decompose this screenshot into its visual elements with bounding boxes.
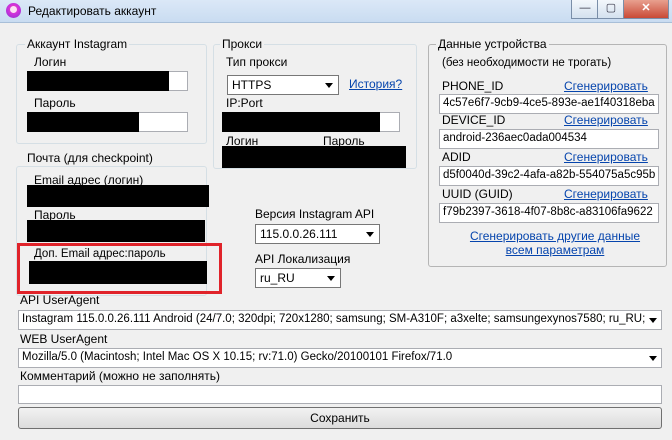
proxy-type-label: Тип прокси — [226, 55, 288, 69]
api-locale-value: ru_RU — [260, 271, 295, 285]
generate-all-link[interactable]: Сгенерировать другие данные всем парамет… — [465, 229, 645, 257]
save-button[interactable]: Сохранить — [18, 407, 662, 429]
device-note: (без необходимости не трогать) — [442, 57, 612, 69]
api-version-value: 115.0.0.26.111 — [260, 227, 338, 241]
instagram-group-title: Аккаунт Instagram — [25, 37, 130, 51]
chevron-down-icon — [322, 78, 336, 92]
api-version-select[interactable]: 115.0.0.26.111 — [255, 224, 380, 244]
generate-phone-id-link[interactable]: Сгенерировать — [564, 79, 648, 93]
chevron-down-icon — [363, 227, 377, 241]
api-useragent-select[interactable]: Instagram 115.0.0.26.111 Android (24/7.0… — [18, 310, 662, 330]
checkpoint-group-title: Почта (для checkpoint) — [25, 151, 155, 165]
chevron-down-icon — [645, 311, 661, 329]
instagram-password-label: Пароль — [34, 96, 76, 110]
api-version-label: Версия Instagram API — [255, 207, 375, 221]
window-title: Редактировать аккаунт — [28, 4, 157, 18]
adid-input[interactable]: d5f0040d-39c2-4afa-a82b-554075a5c95b — [439, 166, 659, 186]
proxy-group-title: Прокси — [220, 37, 265, 51]
device-group-title: Данные устройства — [436, 37, 549, 51]
web-useragent-select[interactable]: Mozilla/5.0 (Macintosh; Intel Mac OS X 1… — [18, 348, 662, 368]
checkpoint-password-input[interactable] — [27, 220, 205, 242]
minimize-button[interactable]: — — [571, 0, 599, 19]
instagram-login-label: Логин — [34, 55, 67, 69]
edit-account-window: Редактировать аккаунт — ▢ ✕ Аккаунт Inst… — [0, 0, 672, 440]
title-bar[interactable]: Редактировать аккаунт — ▢ ✕ — [0, 0, 672, 23]
device-id-input[interactable]: android-236aec0ada004534 — [439, 129, 659, 149]
redacted-login — [27, 71, 169, 91]
checkpoint-email-input[interactable] — [27, 185, 209, 207]
redacted-ipport — [222, 112, 380, 132]
proxy-ipport-label: IP:Port — [226, 96, 263, 110]
maximize-button[interactable]: ▢ — [597, 0, 625, 19]
phone-id-label: PHONE_ID — [442, 79, 504, 93]
web-useragent-value: Mozilla/5.0 (Macintosh; Intel Mac OS X 1… — [22, 351, 453, 363]
adid-label: ADID — [442, 150, 471, 164]
uuid-label: UUID (GUID) — [442, 187, 513, 201]
checkpoint-extra-input[interactable] — [29, 261, 207, 284]
proxy-history-link[interactable]: История? — [349, 77, 402, 91]
api-locale-select[interactable]: ru_RU — [255, 268, 341, 288]
generate-adid-link[interactable]: Сгенерировать — [564, 150, 648, 164]
close-button[interactable]: ✕ — [623, 0, 669, 19]
api-useragent-label: API UserAgent — [20, 293, 100, 307]
api-locale-label: API Локализация — [255, 252, 351, 266]
generate-uuid-link[interactable]: Сгенерировать — [564, 187, 648, 201]
checkpoint-extra-label: Доп. Email адрес:пароль — [34, 248, 166, 260]
form-content: Аккаунт Instagram Логин Пароль Прокси Ти… — [7, 23, 667, 438]
generate-device-id-link[interactable]: Сгенерировать — [564, 113, 648, 127]
phone-id-input[interactable]: 4c57e6f7-9cb9-4ce5-893e-ae1f40318eba — [439, 94, 659, 114]
chevron-down-icon — [324, 271, 338, 285]
redacted-proxy-credentials[interactable] — [222, 146, 406, 168]
proxy-type-value: HTTPS — [232, 78, 272, 92]
web-useragent-label: WEB UserAgent — [20, 332, 108, 346]
uuid-input[interactable]: f79b2397-3618-4f07-8b8c-a83106fa9622 — [439, 203, 659, 223]
chevron-down-icon — [645, 349, 661, 367]
redacted-password — [27, 112, 139, 132]
api-useragent-value: Instagram 115.0.0.26.111 Android (24/7.0… — [22, 313, 662, 325]
device-id-label: DEVICE_ID — [442, 113, 506, 127]
app-icon — [6, 3, 21, 18]
proxy-type-select[interactable]: HTTPS — [227, 75, 339, 95]
comment-label: Комментарий (можно не заполнять) — [20, 369, 220, 383]
comment-input[interactable] — [18, 385, 662, 404]
